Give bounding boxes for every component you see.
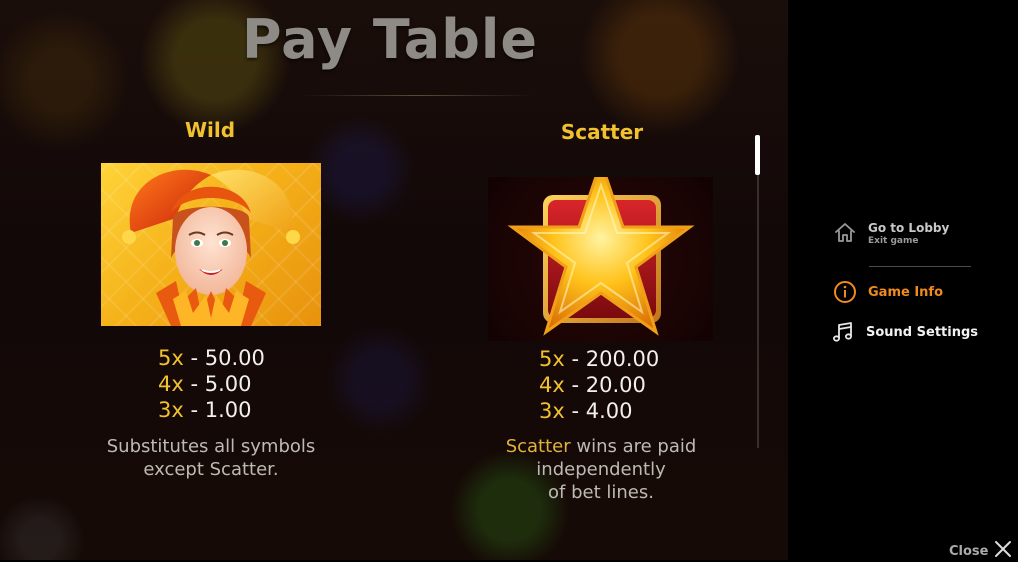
go-to-lobby-label: Go to Lobby (868, 220, 950, 235)
music-note-icon (830, 319, 856, 345)
close-icon (994, 540, 1012, 562)
wild-payout-4x: 4x - 5.00 (158, 372, 252, 396)
scatter-payout-4x: 4x - 20.00 (539, 373, 646, 397)
close-button[interactable]: Close (949, 540, 1012, 562)
scatter-payout-list: 5x - 200.00 4x - 20.00 3x - 4.00 (539, 346, 659, 424)
scrollbar-track[interactable] (757, 135, 759, 448)
sound-settings-button[interactable]: Sound Settings (830, 319, 978, 345)
info-icon (832, 279, 858, 305)
scatter-payout-3x: 3x - 4.00 (539, 399, 633, 423)
joker-face-icon (122, 169, 300, 326)
scatter-title: Scatter (560, 120, 644, 144)
wild-payout-3x: 3x - 1.00 (158, 398, 252, 422)
menu-divider (869, 266, 971, 267)
scatter-payout-5x: 5x - 200.00 (539, 347, 660, 371)
scatter-symbol-image (488, 157, 713, 341)
page-title: Pay Table (241, 8, 538, 71)
scrollbar-thumb[interactable] (755, 135, 760, 175)
wild-title: Wild (184, 118, 236, 142)
game-info-label: Game Info (868, 284, 944, 300)
game-info-button[interactable]: Game Info (832, 279, 943, 305)
scatter-description: Scatter wins are paid independently of b… (505, 436, 697, 503)
wild-symbol-image (101, 163, 321, 326)
title-divider (300, 95, 535, 96)
go-to-lobby-button[interactable]: Go to Lobby Exit game (832, 220, 949, 246)
home-icon (832, 220, 858, 246)
close-label: Close (949, 543, 989, 559)
wild-payout-list: 5x - 50.00 4x - 5.00 3x - 1.00 (158, 345, 265, 423)
star-icon (507, 157, 695, 336)
wild-description: Substitutes all symbols except Scatter. (106, 436, 316, 480)
exit-game-label: Exit game (868, 235, 919, 246)
wild-payout-5x: 5x - 50.00 (158, 346, 265, 370)
sound-settings-label: Sound Settings (866, 324, 978, 340)
